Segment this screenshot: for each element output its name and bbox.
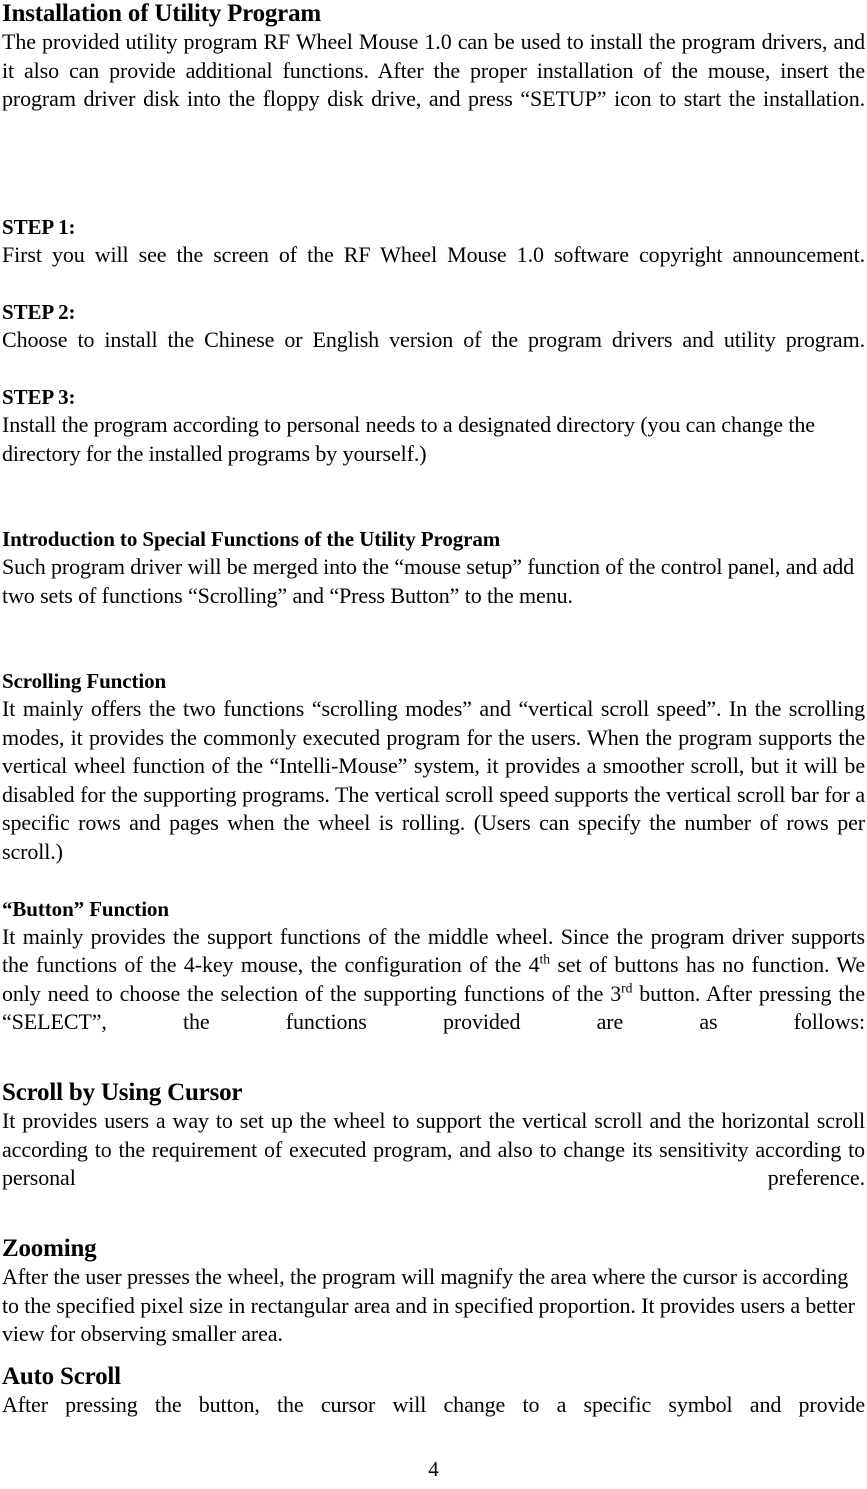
paragraph-zooming-body: After the user presses the wheel, the pr… bbox=[2, 1264, 855, 1346]
heading-step-2: STEP 2: bbox=[2, 300, 76, 324]
paragraph-step-1-body: First you will see the screen of the RF … bbox=[2, 242, 865, 267]
ordinal-suffix-fourth: th bbox=[539, 951, 551, 967]
heading-step-3: STEP 3: bbox=[2, 385, 76, 409]
heading-scroll-by-using-cursor: Scroll by Using Cursor bbox=[2, 1079, 243, 1106]
heading-button-function: “Button” Function bbox=[2, 896, 169, 921]
heading-zooming: Zooming bbox=[2, 1235, 97, 1262]
document-page: Installation of Utility Program The prov… bbox=[0, 0, 867, 1489]
paragraph-auto-scroll-body: After pressing the button, the cursor wi… bbox=[2, 1391, 865, 1417]
paragraph-scroll-by-using-cursor-body: It provides users a way to set up the wh… bbox=[2, 1108, 865, 1190]
heading-step-1: STEP 1: bbox=[2, 215, 76, 239]
paragraph-introduction-body: Such program driver will be merged into … bbox=[2, 554, 855, 608]
heading-scrolling-function: Scrolling Function bbox=[2, 669, 167, 693]
heading-installation-of-utility-program: Installation of Utility Program bbox=[2, 0, 322, 27]
paragraph-step-2-body: Choose to install the Chinese or English… bbox=[2, 327, 865, 352]
ordinal-suffix-third: rd bbox=[621, 980, 633, 996]
paragraph-button-function-body: It mainly provides the support functions… bbox=[2, 923, 865, 1066]
page-number: 4 bbox=[428, 1457, 439, 1481]
paragraph-installation-body: The provided utility program RF Wheel Mo… bbox=[2, 29, 865, 111]
paragraph-step-3-body: Install the program according to persona… bbox=[2, 412, 815, 466]
paragraph-scrolling-function-body: It mainly offers the two functions “scro… bbox=[2, 696, 865, 864]
heading-auto-scroll: Auto Scroll bbox=[2, 1362, 121, 1390]
heading-introduction-to-special-functions: Introduction to Special Functions of the… bbox=[2, 527, 501, 551]
